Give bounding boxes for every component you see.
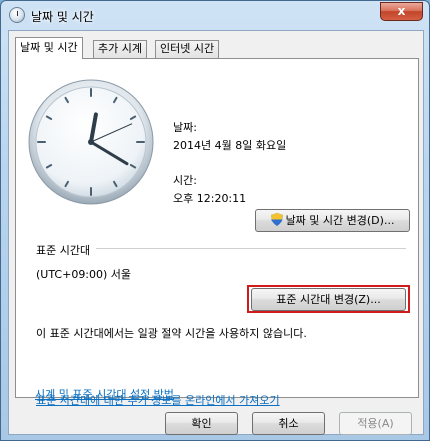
- settings-help-link[interactable]: 시계 및 표준 시간대 설정 방법: [35, 386, 174, 402]
- time-value: 오후 12:20:11: [173, 192, 247, 205]
- tab-additional-clocks[interactable]: 추가 시계: [93, 40, 147, 58]
- dialog-body: 날짜 및 시간 추가 시계 인터넷 시간 날짜: 2014년 4월 8일 화요일…: [8, 30, 424, 435]
- title-bar[interactable]: 날짜 및 시간 x: [1, 1, 429, 29]
- tab-date-time[interactable]: 날짜 및 시간: [15, 37, 83, 59]
- change-timezone-button[interactable]: 표준 시간대 변경(Z)...: [251, 288, 406, 311]
- date-value: 2014년 4월 8일 화요일: [173, 139, 287, 152]
- clock-icon: [9, 7, 25, 23]
- ok-button[interactable]: 확인: [165, 412, 238, 435]
- close-button[interactable]: x: [380, 2, 423, 21]
- change-datetime-label: 날짜 및 시간 변경(D)...: [285, 214, 395, 227]
- uac-shield-icon: [270, 213, 283, 226]
- window-frame: 날짜 및 시간 x 날짜 및 시간 추가 시계 인터넷 시간 날짜: 2014년…: [0, 0, 430, 441]
- dst-note: 이 표준 시간대에서는 일광 절약 시간을 사용하지 않습니다.: [36, 327, 307, 340]
- date-label: 날짜:: [173, 121, 197, 134]
- time-label: 시간:: [173, 174, 197, 187]
- cancel-button[interactable]: 취소: [252, 412, 325, 435]
- timezone-value: (UTC+09:00) 서울: [36, 268, 132, 281]
- tab-internet-time[interactable]: 인터넷 시간: [155, 40, 220, 58]
- apply-button[interactable]: 적용(A): [339, 412, 412, 435]
- analog-clock: [28, 79, 154, 205]
- window-title: 날짜 및 시간: [31, 10, 94, 24]
- change-datetime-button[interactable]: 날짜 및 시간 변경(D)...: [255, 209, 410, 232]
- timezone-heading: 표준 시간대: [36, 244, 91, 257]
- tab-panel-date-time: 날짜: 2014년 4월 8일 화요일 시간: 오후 12:20:11 날짜 및…: [15, 58, 419, 407]
- section-divider: [96, 248, 406, 249]
